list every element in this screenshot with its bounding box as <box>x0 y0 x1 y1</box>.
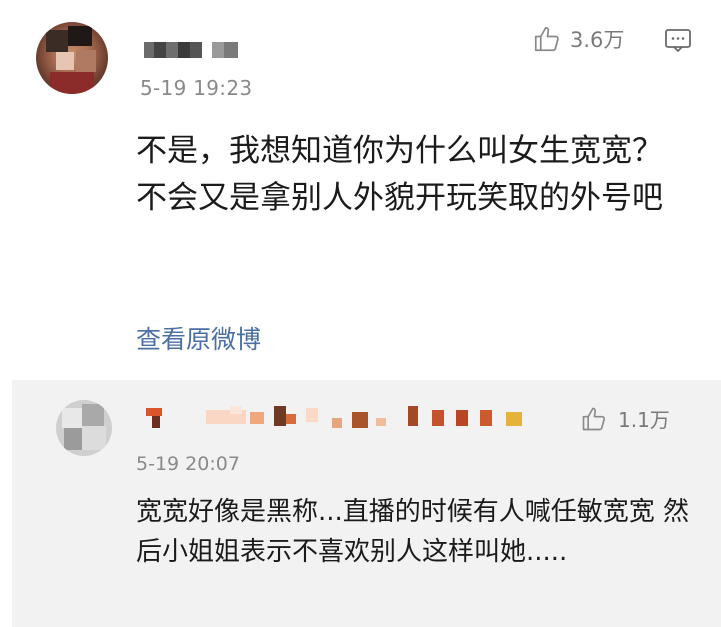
like-count: 3.6万 <box>570 28 625 52</box>
reply-comment: 5-19 20:07 1.1万 宽宽好像是黑称...直播的时候有人喊任敏宽宽 然… <box>12 380 721 627</box>
reply-text: 宽宽好像是黑称...直播的时候有人喊任敏宽宽 然后小姐姐表示不喜欢别人这样叫她.… <box>136 497 690 567</box>
like-button[interactable]: 3.6万 <box>532 24 624 54</box>
thumb-up-icon <box>534 26 559 52</box>
comment-timestamp: 5-19 20:07 <box>136 453 240 475</box>
like-button[interactable]: 1.1万 <box>580 404 670 433</box>
view-original-link[interactable]: 查看原微博 <box>136 320 261 356</box>
main-comment: 5-19 19:23 3.6万 不是，我想知道你为什么叫女生宽宽？不会又是拿别人… <box>0 0 721 380</box>
like-count: 1.1万 <box>618 408 670 432</box>
avatar[interactable] <box>56 400 112 456</box>
avatar[interactable] <box>36 22 108 94</box>
comment-text: 不是，我想知道你为什么叫女生宽宽？不会又是拿别人外貌开玩笑取的外号吧 <box>136 133 663 216</box>
weibo-comment-screenshot: 5-19 19:23 3.6万 不是，我想知道你为什么叫女生宽宽？不会又是拿别人… <box>0 0 721 627</box>
comment-icon[interactable] <box>664 26 692 54</box>
username-blurred[interactable] <box>146 406 546 428</box>
comment-timestamp: 5-19 19:23 <box>140 76 253 100</box>
thumb-up-icon <box>582 407 606 430</box>
